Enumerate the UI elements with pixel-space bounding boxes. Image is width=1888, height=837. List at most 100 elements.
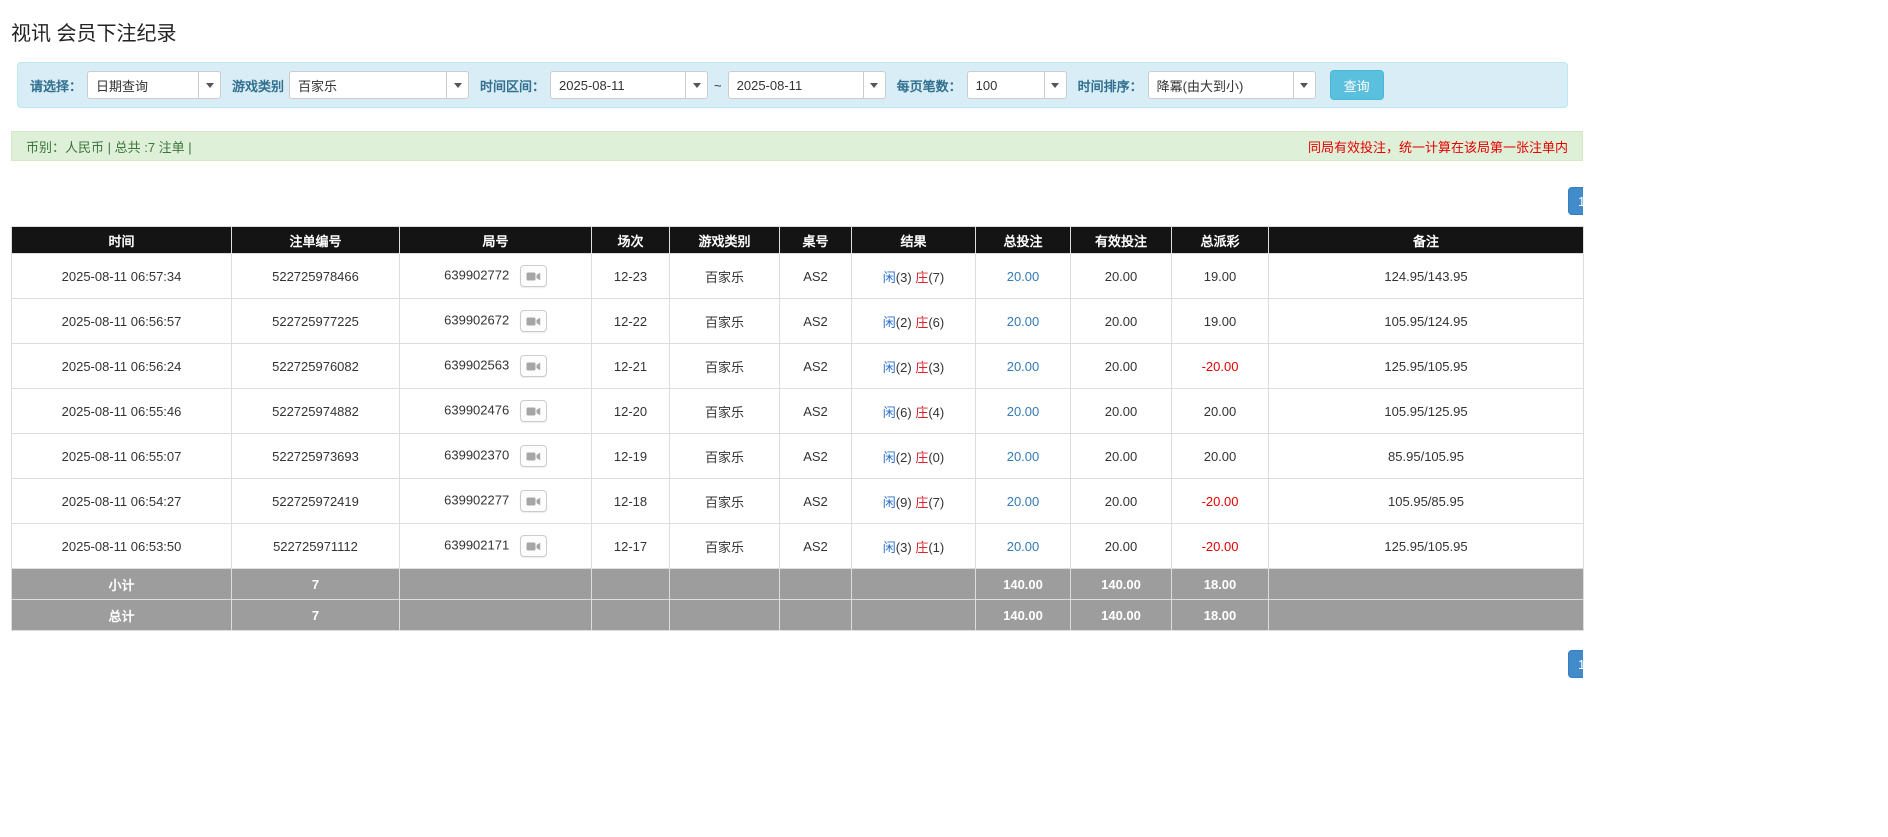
cell-round-id: 639902171: [400, 524, 592, 569]
total-bet-link[interactable]: 20.00: [1007, 494, 1040, 509]
cell-time: 2025-08-11 06:56:57: [12, 299, 232, 344]
search-button[interactable]: 查询: [1330, 70, 1384, 100]
cell-valid-bet: 20.00: [1071, 479, 1172, 524]
sort-order-select[interactable]: 降冪(由大到小): [1148, 71, 1316, 99]
chevron-down-icon[interactable]: [863, 72, 885, 98]
grand-total-empty-cell: [400, 600, 592, 631]
table-header-row: 时间 注单编号 局号 场次 游戏类别 桌号 结果 总投注 有效投注 总派彩 备注: [12, 227, 1584, 254]
result-player-label: 闲: [883, 540, 896, 555]
video-replay-button[interactable]: [520, 490, 547, 512]
video-replay-button[interactable]: [520, 265, 547, 287]
total-bet-link[interactable]: 20.00: [1007, 314, 1040, 329]
cell-session: 12-18: [592, 479, 670, 524]
cell-game-type: 百家乐: [670, 524, 780, 569]
table-row: 2025-08-11 06:56:24 522725976082 6399025…: [12, 344, 1584, 389]
cell-valid-bet: 20.00: [1071, 344, 1172, 389]
cell-total-bet: 20.00: [976, 479, 1071, 524]
cell-payout: 20.00: [1172, 389, 1269, 434]
header-bet-id: 注单编号: [232, 227, 400, 254]
cell-result: 闲(3) 庄(7): [852, 254, 976, 299]
video-replay-button[interactable]: [520, 355, 547, 377]
subtotal-count: 7: [232, 569, 400, 600]
chevron-down-icon[interactable]: [1293, 72, 1315, 98]
video-replay-button[interactable]: [520, 400, 547, 422]
video-replay-button[interactable]: [520, 535, 547, 557]
query-type-select[interactable]: 日期查询: [87, 71, 221, 99]
subtotal-valid-bet: 140.00: [1071, 569, 1172, 600]
chevron-down-icon[interactable]: [446, 72, 468, 98]
cell-total-bet: 20.00: [976, 434, 1071, 479]
total-bet-link[interactable]: 20.00: [1007, 539, 1040, 554]
cell-valid-bet: 20.00: [1071, 299, 1172, 344]
total-bet-link[interactable]: 20.00: [1007, 404, 1040, 419]
page-size-value: 100: [968, 78, 1044, 93]
header-table-no: 桌号: [780, 227, 852, 254]
result-player-score: (3): [896, 540, 912, 555]
round-id-text: 639902672: [444, 312, 509, 327]
chevron-down-icon[interactable]: [685, 72, 707, 98]
cell-valid-bet: 20.00: [1071, 254, 1172, 299]
total-bet-link[interactable]: 20.00: [1007, 449, 1040, 464]
cell-result: 闲(2) 庄(3): [852, 344, 976, 389]
page-size-select[interactable]: 100: [967, 71, 1067, 99]
result-banker-label: 庄: [915, 405, 928, 420]
subtotal-total-bet: 140.00: [976, 569, 1071, 600]
game-type-value: 百家乐: [290, 76, 446, 95]
cell-time: 2025-08-11 06:56:24: [12, 344, 232, 389]
cell-total-bet: 20.00: [976, 254, 1071, 299]
date-to-select[interactable]: 2025-08-11: [728, 71, 886, 99]
total-bet-link[interactable]: 20.00: [1007, 359, 1040, 374]
video-camera-icon: [526, 271, 541, 282]
result-banker-label: 庄: [915, 495, 928, 510]
cell-result: 闲(6) 庄(4): [852, 389, 976, 434]
cell-bet-id: 522725971112: [232, 524, 400, 569]
cell-session: 12-23: [592, 254, 670, 299]
subtotal-label: 小计: [12, 569, 232, 600]
chevron-down-icon[interactable]: [198, 72, 220, 98]
game-type-select[interactable]: 百家乐: [289, 71, 469, 99]
result-player-label: 闲: [883, 315, 896, 330]
cell-payout: -20.00: [1172, 479, 1269, 524]
cell-table-no: AS2: [780, 389, 852, 434]
page-1-button[interactable]: 1: [1568, 187, 1583, 215]
grand-total-payout: 18.00: [1172, 600, 1269, 631]
cell-game-type: 百家乐: [670, 479, 780, 524]
cell-table-no: AS2: [780, 524, 852, 569]
header-time: 时间: [12, 227, 232, 254]
cell-remark: 105.95/124.95: [1269, 299, 1584, 344]
cell-table-no: AS2: [780, 299, 852, 344]
grand-total-count: 7: [232, 600, 400, 631]
subtotal-empty-cell: [1269, 569, 1584, 600]
subtotal-empty-cell: [400, 569, 592, 600]
result-banker-label: 庄: [915, 315, 928, 330]
cell-bet-id: 522725972419: [232, 479, 400, 524]
video-replay-button[interactable]: [520, 310, 547, 332]
summary-note: 同局有效投注，统一计算在该局第一张注单内: [1308, 137, 1568, 156]
table-row: 2025-08-11 06:57:34 522725978466 6399027…: [12, 254, 1584, 299]
sort-order-label: 时间排序：: [1078, 76, 1143, 95]
cell-round-id: 639902476: [400, 389, 592, 434]
cell-total-bet: 20.00: [976, 299, 1071, 344]
subtotal-empty-cell: [592, 569, 670, 600]
video-replay-button[interactable]: [520, 445, 547, 467]
cell-game-type: 百家乐: [670, 434, 780, 479]
cell-total-bet: 20.00: [976, 524, 1071, 569]
cell-session: 12-19: [592, 434, 670, 479]
chevron-down-icon[interactable]: [1044, 72, 1066, 98]
game-type-label: 游戏类别: [232, 76, 284, 95]
cell-round-id: 639902277: [400, 479, 592, 524]
round-id-text: 639902171: [444, 537, 509, 552]
cell-remark: 105.95/85.95: [1269, 479, 1584, 524]
result-banker-score: (4): [928, 405, 944, 420]
result-player-score: (6): [896, 405, 912, 420]
date-from-select[interactable]: 2025-08-11: [550, 71, 708, 99]
pagination-top: 1: [11, 187, 1583, 215]
filter-bar: 请选择： 日期查询 游戏类别 百家乐 时间区间： 2025-08-11 ~ 20…: [17, 62, 1568, 108]
cell-game-type: 百家乐: [670, 389, 780, 434]
cell-round-id: 639902772: [400, 254, 592, 299]
page-1-button[interactable]: 1: [1568, 650, 1583, 678]
query-type-label: 请选择：: [30, 76, 82, 95]
cell-total-bet: 20.00: [976, 389, 1071, 434]
round-id-text: 639902563: [444, 357, 509, 372]
total-bet-link[interactable]: 20.00: [1007, 269, 1040, 284]
